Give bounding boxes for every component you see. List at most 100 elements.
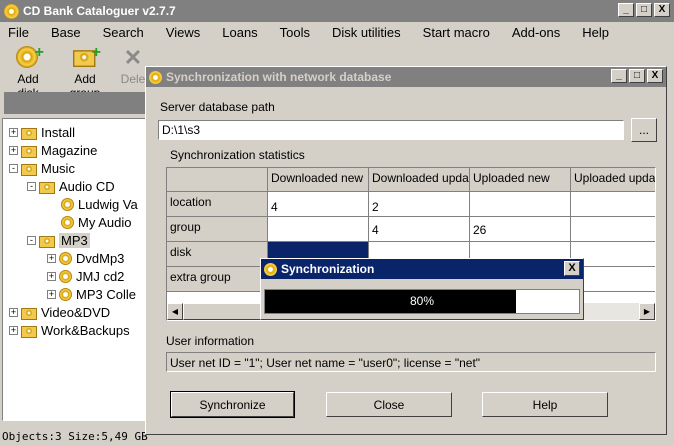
delete-button[interactable]: ✕ Dele <box>118 44 148 87</box>
cd-icon <box>61 197 74 211</box>
tree-item-jmj-cd2[interactable]: + JMJ cd2 <box>47 267 124 285</box>
grid-cell[interactable] <box>470 192 571 217</box>
tree-item-install[interactable]: + Install <box>9 123 75 141</box>
catalog-tree[interactable]: + Install + Magazine - Music - Audio CD … <box>2 118 146 421</box>
menu-base[interactable]: Base <box>40 25 92 40</box>
help-button[interactable]: Help <box>482 392 608 417</box>
menu-views[interactable]: Views <box>155 25 211 40</box>
server-path-input[interactable]: D:\1\s3 <box>158 120 624 140</box>
sync-title: Synchronization <box>281 262 375 276</box>
dialog-titlebar: Synchronization with network database _ … <box>146 67 666 87</box>
cd-icon <box>59 287 72 301</box>
browse-button[interactable]: ... <box>631 118 657 142</box>
tree-item-video-dvd[interactable]: + Video&DVD <box>9 303 110 321</box>
window-controls: _ □ X <box>618 3 670 17</box>
folder-disk-icon <box>39 233 55 248</box>
cd-icon <box>61 215 74 229</box>
cd-icon <box>59 269 72 283</box>
delete-label: Dele <box>120 72 146 86</box>
maximize-button[interactable]: □ <box>636 3 652 17</box>
tree-item-work-backups[interactable]: + Work&Backups <box>9 321 130 339</box>
menu-loans[interactable]: Loans <box>211 25 268 40</box>
tree-item-my-audio[interactable]: My Audio <box>61 213 131 231</box>
tree-item-audio-cd[interactable]: - Audio CD <box>27 177 115 195</box>
tree-item-music[interactable]: - Music <box>9 159 75 177</box>
expand-icon[interactable]: + <box>9 325 18 335</box>
row-header: disk <box>167 242 268 267</box>
collapse-icon[interactable]: - <box>27 235 36 245</box>
expand-icon[interactable]: + <box>47 253 56 263</box>
tree-item-label: MP3 <box>59 232 90 248</box>
delete-x-icon: ✕ <box>123 45 143 70</box>
tree-item-label: MP3 Colle <box>76 286 136 302</box>
scroll-left-icon[interactable]: ◀ <box>167 303 183 320</box>
dialog-cd-icon <box>149 70 162 84</box>
close-dialog-button[interactable]: Close <box>326 392 452 417</box>
sync-progress-bar: 80% <box>264 289 580 314</box>
collapse-icon[interactable]: - <box>9 163 18 173</box>
tree-item-dvdmp3[interactable]: + DvdMp3 <box>47 249 124 267</box>
sync-progress-popup: Synchronization X 80% <box>260 258 584 320</box>
synchronize-button[interactable]: Synchronize <box>170 391 295 418</box>
dialog-close-button[interactable]: X <box>647 69 663 83</box>
menu-add-ons[interactable]: Add-ons <box>501 25 571 40</box>
column-header[interactable]: Downloaded new <box>268 168 369 192</box>
grid-cell[interactable]: 4 <box>369 217 470 242</box>
tree-item-label: Ludwig Va <box>78 196 138 212</box>
server-path-label: Server database path <box>160 100 275 114</box>
row-header: extra group <box>167 267 268 292</box>
expand-icon[interactable]: + <box>9 145 18 155</box>
grid-cell[interactable] <box>571 192 655 217</box>
folder-disk-icon <box>39 179 55 194</box>
grid-cell[interactable] <box>571 217 655 242</box>
tree-item-ludwig[interactable]: Ludwig Va <box>61 195 138 213</box>
row-header: group <box>167 217 268 242</box>
minimize-button[interactable]: _ <box>618 3 634 17</box>
grid-cell[interactable] <box>268 217 369 242</box>
expand-icon[interactable]: + <box>9 127 18 137</box>
menu-bar: File Base Search Views Loans Tools Disk … <box>0 22 674 42</box>
menu-disk-utilities[interactable]: Disk utilities <box>321 25 412 40</box>
row-header: location <box>167 192 268 217</box>
collapse-icon[interactable]: - <box>27 181 36 191</box>
tree-item-label: My Audio <box>78 214 132 230</box>
main-titlebar: CD Bank Cataloguer v2.7.7 _ □ X <box>0 0 674 22</box>
app-cd-icon <box>4 3 19 19</box>
panel-header <box>4 92 146 114</box>
expand-icon[interactable]: + <box>9 307 18 317</box>
sync-network-dialog: Synchronization with network database _ … <box>145 66 667 435</box>
menu-search[interactable]: Search <box>92 25 155 40</box>
menu-start-macro[interactable]: Start macro <box>412 25 501 40</box>
column-header[interactable]: Downloaded updated <box>369 168 470 192</box>
tree-item-label: Video&DVD <box>41 304 111 320</box>
user-info-label: User information <box>166 334 255 348</box>
sync-close-button[interactable]: X <box>564 261 580 276</box>
add-group-icon: + <box>73 44 101 70</box>
sync-cd-icon <box>264 262 277 276</box>
expand-icon[interactable]: + <box>47 271 56 281</box>
menu-tools[interactable]: Tools <box>269 25 321 40</box>
cd-icon <box>59 251 72 265</box>
dialog-maximize-button[interactable]: □ <box>629 69 645 83</box>
tree-item-label: Work&Backups <box>41 322 130 338</box>
tree-item-mp3[interactable]: - MP3 <box>27 231 90 249</box>
close-button[interactable]: X <box>654 3 670 17</box>
tree-item-label: JMJ cd2 <box>76 268 125 284</box>
app-title: CD Bank Cataloguer v2.7.7 <box>23 4 176 18</box>
column-header[interactable]: Uploaded updated <box>571 168 655 192</box>
grid-cell[interactable]: 2 <box>369 192 470 217</box>
scroll-right-icon[interactable]: ▶ <box>639 303 655 320</box>
dialog-title: Synchronization with network database <box>166 70 392 84</box>
grid-cell[interactable]: 26 <box>470 217 571 242</box>
column-header[interactable]: Uploaded new <box>470 168 571 192</box>
expand-icon[interactable]: + <box>47 289 56 299</box>
menu-help[interactable]: Help <box>571 25 620 40</box>
dialog-window-controls: _ □ X <box>611 69 663 83</box>
dialog-minimize-button[interactable]: _ <box>611 69 627 83</box>
grid-cell[interactable]: 4 <box>268 192 369 217</box>
tree-item-magazine[interactable]: + Magazine <box>9 141 97 159</box>
tree-item-mp3-collection[interactable]: + MP3 Colle <box>47 285 136 303</box>
tree-item-label: Install <box>41 124 75 140</box>
tree-item-label: DvdMp3 <box>76 250 125 266</box>
menu-file[interactable]: File <box>0 25 40 40</box>
